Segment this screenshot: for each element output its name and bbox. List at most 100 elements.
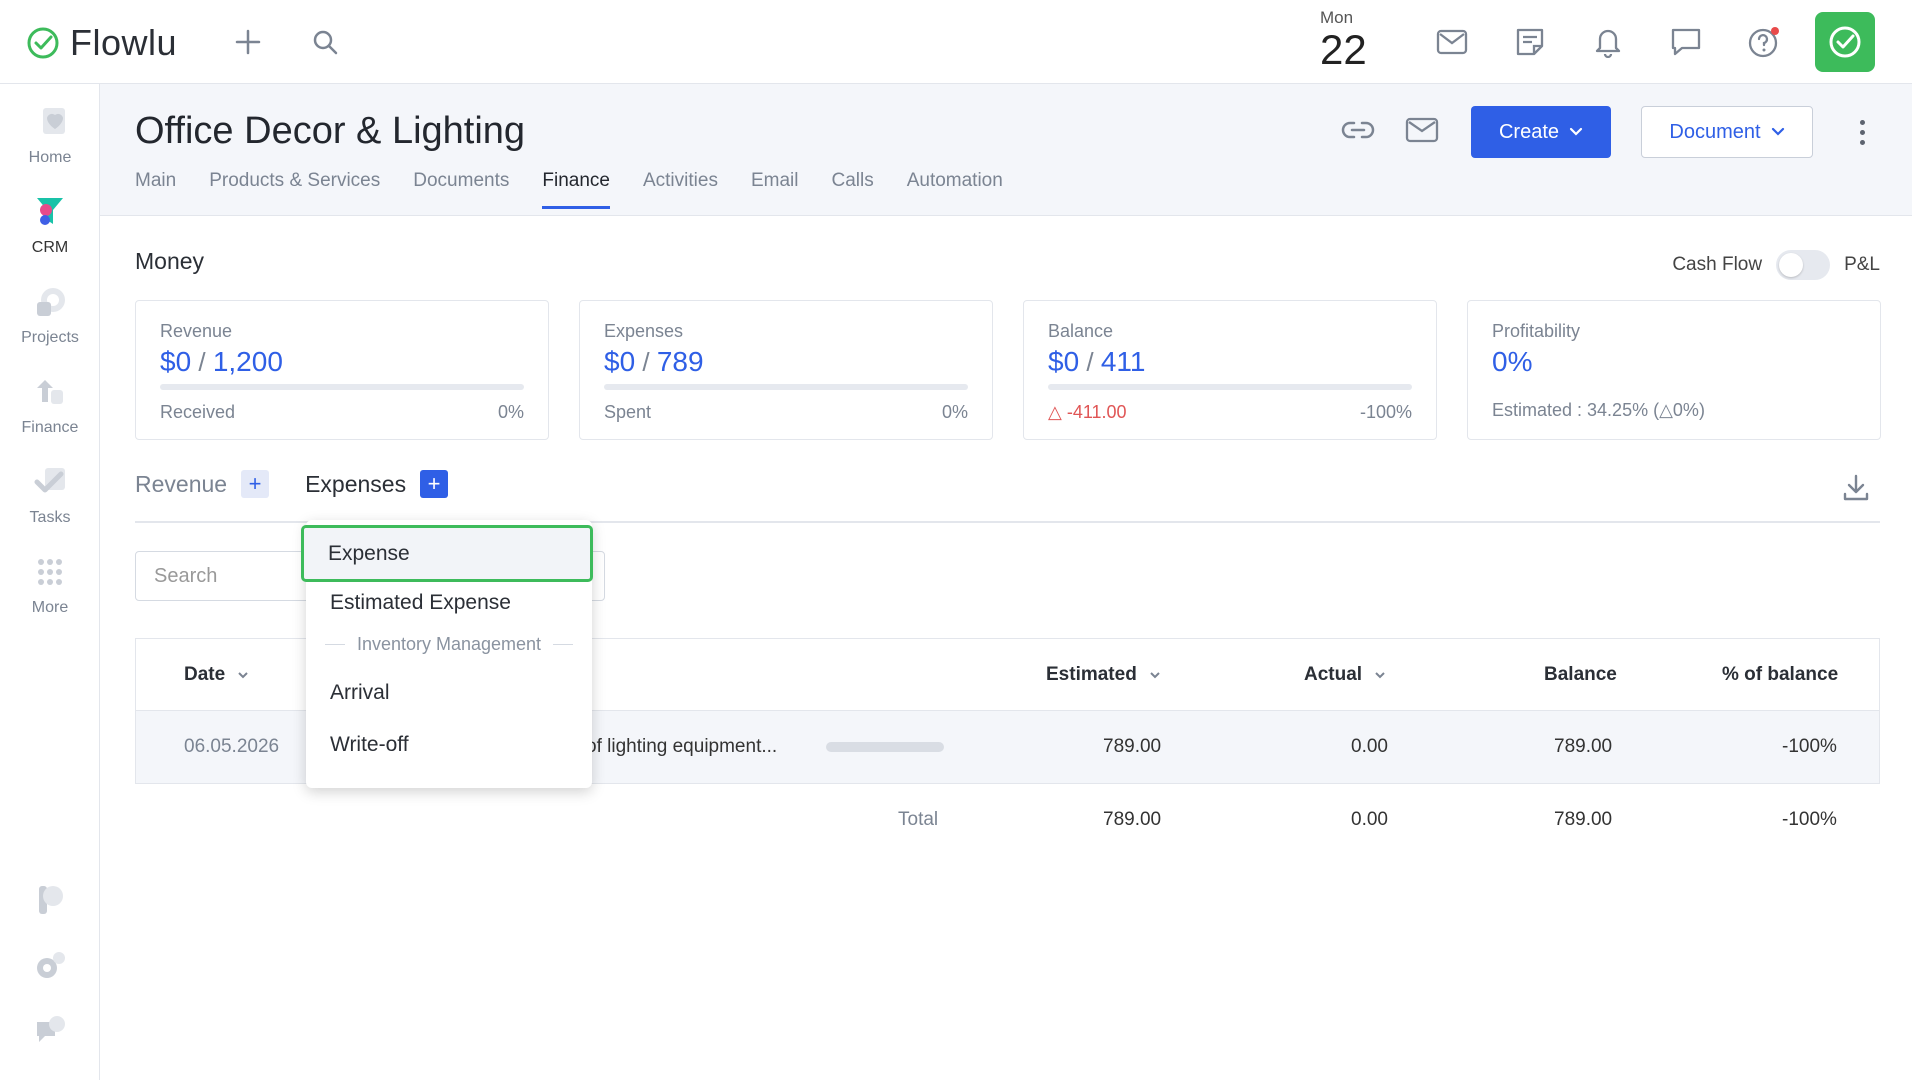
tab-finance[interactable]: Finance xyxy=(542,170,610,209)
card-foot-percent: 0% xyxy=(941,402,968,422)
flowlu-logo-icon xyxy=(27,27,59,59)
sidebar: Home CRM Projects Finance Tasks More xyxy=(0,84,100,1080)
card-foot-percent: 0% xyxy=(497,402,524,422)
column-header-estimated[interactable]: Estimated xyxy=(1046,639,1161,710)
search-icon[interactable] xyxy=(307,24,343,60)
card-value: 0% xyxy=(1492,346,1533,377)
row-date: 06.05.2026 xyxy=(184,736,280,757)
tab-products-services[interactable]: Products & Services xyxy=(209,170,380,209)
dropdown-item-arrival[interactable]: Arrival xyxy=(306,668,592,718)
help-icon[interactable] xyxy=(1746,24,1782,60)
sidebar-item-label: Home xyxy=(28,149,72,166)
subtab-label: Revenue xyxy=(135,470,228,497)
row-percent: -100% xyxy=(1782,736,1837,757)
mail-icon[interactable] xyxy=(1434,24,1470,60)
document-button[interactable]: Document xyxy=(1641,106,1813,158)
card-foot-percent: -100% xyxy=(1359,402,1412,422)
sidebar-item-crm[interactable]: CRM xyxy=(0,196,100,257)
tab-activities[interactable]: Activities xyxy=(643,170,718,209)
total-percent: -100% xyxy=(1782,809,1837,830)
sidebar-item-more[interactable]: More xyxy=(0,556,100,617)
finance-subtabs: Revenue + Expenses + xyxy=(135,470,484,498)
tab-bar: Main Products & Services Documents Finan… xyxy=(135,170,1036,209)
download-icon[interactable] xyxy=(1840,472,1872,504)
toggle-label-cash-flow: Cash Flow xyxy=(1672,254,1763,275)
card-actual: $0 xyxy=(1048,346,1080,377)
email-icon[interactable] xyxy=(1402,110,1442,150)
row-name[interactable]: of lighting equipment... xyxy=(586,711,777,783)
warning-triangle-icon: △ xyxy=(1048,402,1067,422)
document-button-label: Document xyxy=(1669,120,1761,143)
page-title: Office Decor & Lighting xyxy=(135,110,526,152)
chevron-down-icon xyxy=(1375,671,1385,678)
total-balance: 789.00 xyxy=(1554,809,1613,830)
sidebar-item-label: CRM xyxy=(31,239,69,256)
dropdown-item-estimated-expense[interactable]: Estimated Expense xyxy=(306,578,592,628)
sidebar-item-label: Finance xyxy=(21,419,79,436)
sidebar-settings[interactable] xyxy=(0,950,100,987)
brand-name: Flowlu xyxy=(70,22,178,63)
cashflow-pl-toggle[interactable] xyxy=(1776,250,1831,280)
sidebar-item-projects[interactable]: Projects xyxy=(0,286,100,347)
top-bar: Flowlu Mon 22 xyxy=(0,0,1912,84)
dropdown-item-write-off[interactable]: Write-off xyxy=(306,720,592,770)
card-value: $0 / 1,200 xyxy=(160,346,283,377)
create-button-label: Create xyxy=(1498,120,1560,143)
chevron-down-icon xyxy=(1569,127,1583,136)
tab-documents[interactable]: Documents xyxy=(413,170,509,209)
more-options-icon[interactable] xyxy=(1852,112,1872,152)
bell-icon[interactable] xyxy=(1590,24,1626,60)
tab-automation[interactable]: Automation xyxy=(907,170,1003,209)
add-icon[interactable] xyxy=(230,24,266,60)
gear-icon xyxy=(37,952,65,978)
total-label: Total xyxy=(898,809,939,830)
sidebar-item-finance[interactable]: Finance xyxy=(0,376,100,437)
dropdown-item-expense[interactable]: Expense xyxy=(301,525,593,582)
row-estimated: 789.00 xyxy=(1103,736,1162,757)
tab-email[interactable]: Email xyxy=(751,170,799,209)
heart-icon xyxy=(43,108,65,134)
progress-bar xyxy=(160,384,524,390)
notes-icon[interactable] xyxy=(1512,24,1548,60)
check-icon xyxy=(34,468,65,493)
add-revenue-icon[interactable]: + xyxy=(241,470,270,498)
add-expense-icon[interactable]: + xyxy=(420,470,449,498)
chat-icon[interactable] xyxy=(1668,24,1704,60)
card-actual: $0 xyxy=(604,346,636,377)
column-header-actual[interactable]: Actual xyxy=(1304,639,1386,710)
add-expense-dropdown: Expense Estimated Expense Inventory Mana… xyxy=(301,520,593,788)
toggle-label-pl: P&L xyxy=(1844,254,1880,275)
dropdown-section-inventory: Inventory Management xyxy=(306,626,592,662)
expenses-card: Expenses $0 / 789 Spent 0% xyxy=(579,300,993,440)
revenue-card: Revenue $0 / 1,200 Received 0% xyxy=(135,300,549,440)
total-estimated: 789.00 xyxy=(1103,809,1162,830)
tasks-check-button[interactable] xyxy=(1815,12,1875,72)
sidebar-item-label: Tasks xyxy=(29,509,71,526)
row-actual: 0.00 xyxy=(1351,736,1388,757)
sidebar-support[interactable] xyxy=(0,1014,100,1051)
sidebar-item-label: Projects xyxy=(21,329,79,346)
card-label: Revenue xyxy=(160,321,233,341)
page-header: Office Decor & Lighting Main Products & … xyxy=(100,84,1912,216)
funnel-icon xyxy=(37,198,63,225)
profitability-card: Profitability 0% Estimated : 34.25% (△0%… xyxy=(1467,300,1881,440)
tab-calls[interactable]: Calls xyxy=(831,170,873,209)
sidebar-item-tasks[interactable]: Tasks xyxy=(0,466,100,527)
subtab-label: Expenses xyxy=(305,470,407,497)
date-number: 22 xyxy=(1320,26,1367,73)
column-header-date[interactable]: Date xyxy=(184,639,249,710)
chevron-down-icon xyxy=(238,671,248,678)
link-icon[interactable] xyxy=(1338,110,1378,150)
tab-main[interactable]: Main xyxy=(135,170,176,209)
chevron-down-icon xyxy=(1771,127,1784,136)
subtab-expenses[interactable]: Expenses + xyxy=(305,470,449,498)
logo[interactable]: Flowlu xyxy=(26,22,177,64)
create-button[interactable]: Create xyxy=(1471,106,1611,158)
calendar-date[interactable]: Mon 22 xyxy=(1320,8,1390,72)
card-value: $0 / 411 xyxy=(1048,346,1146,377)
sidebar-item-home[interactable]: Home xyxy=(0,106,100,167)
column-header-percent: % of balance xyxy=(1722,663,1839,685)
subtab-revenue[interactable]: Revenue + xyxy=(135,470,270,498)
card-foot-label: △ -411.00 xyxy=(1048,402,1127,422)
sidebar-app-icon[interactable] xyxy=(0,884,100,921)
